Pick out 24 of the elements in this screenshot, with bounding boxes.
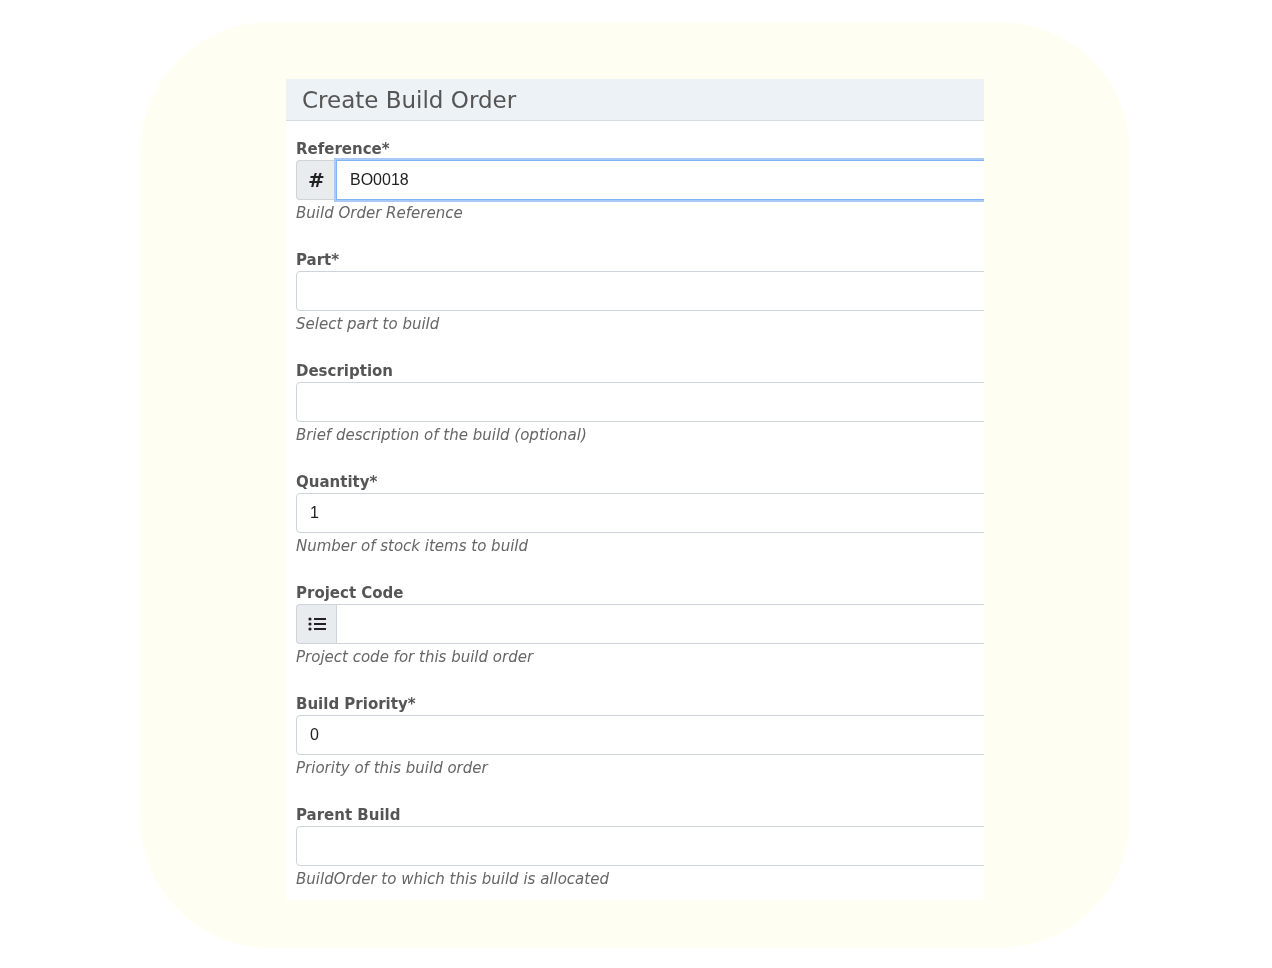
- input-field[interactable]: BO0018: [336, 160, 984, 200]
- field-label: Parent Build: [296, 805, 402, 826]
- field-label: Project Code: [296, 583, 405, 604]
- help-text: BuildOrder to which this build is allocated: [296, 870, 610, 888]
- help-text: Project code for this build order: [296, 648, 535, 666]
- field-label: Quantity*: [296, 472, 379, 493]
- input-prefix: #: [296, 160, 336, 200]
- help-text: Select part to build: [296, 315, 441, 333]
- field-label: Build Priority*: [296, 694, 417, 715]
- input-field[interactable]: [296, 382, 984, 422]
- input-field[interactable]: [336, 604, 984, 644]
- list-icon: [296, 604, 336, 644]
- input-field[interactable]: 0: [296, 715, 984, 755]
- help-text: Build Order Reference: [296, 204, 464, 222]
- input-field[interactable]: [296, 271, 984, 311]
- help-text: Brief description of the build (optional): [296, 426, 588, 444]
- input-field[interactable]: [296, 826, 984, 866]
- field-label: Reference*: [296, 139, 391, 160]
- help-text: Priority of this build order: [296, 759, 490, 777]
- form-title: Create Build Order: [302, 86, 517, 113]
- field-label: Description: [296, 361, 395, 382]
- field-label: Part*: [296, 250, 341, 271]
- input-field[interactable]: 1: [296, 493, 984, 533]
- help-text: Number of stock items to build: [296, 537, 529, 555]
